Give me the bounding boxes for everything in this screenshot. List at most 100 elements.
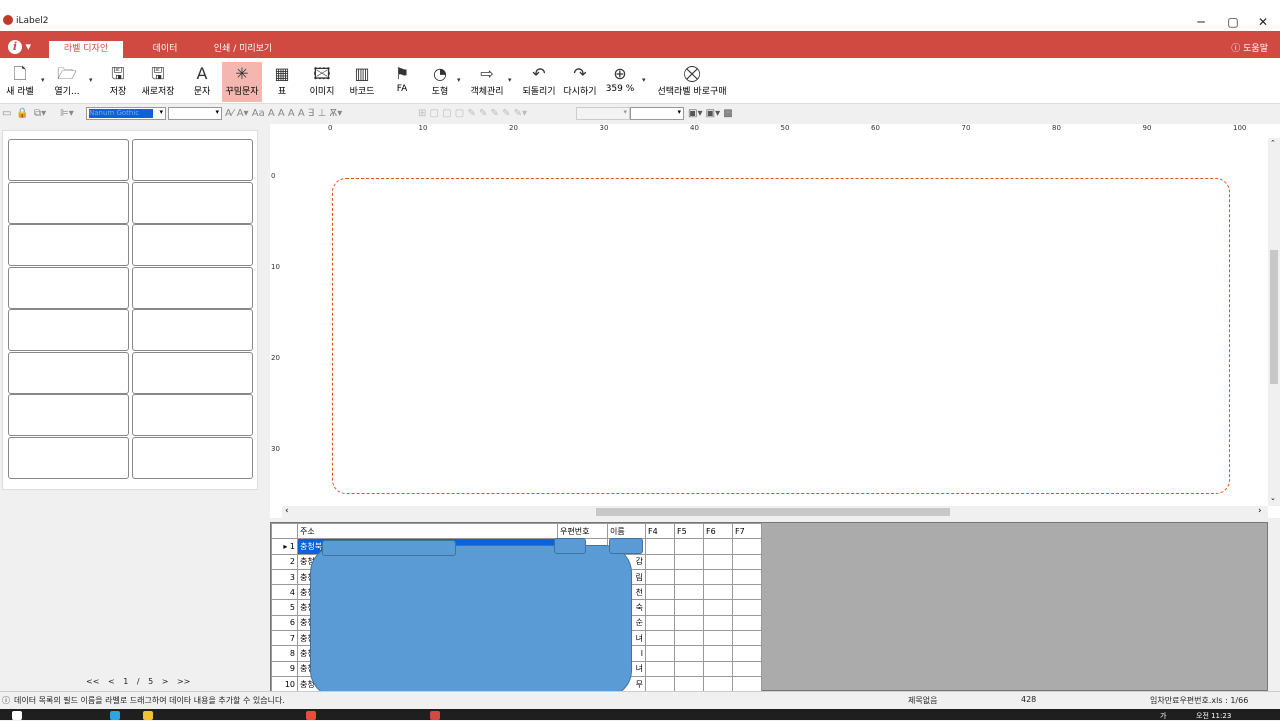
line-width-select[interactable]: ▾: [576, 107, 630, 120]
f5-cell[interactable]: [674, 568, 704, 586]
undo-button[interactable]: ↶ 되돌리기: [520, 62, 558, 102]
f6-cell[interactable]: [703, 568, 733, 586]
row-number[interactable]: 3: [271, 568, 298, 586]
f7-cell[interactable]: [732, 614, 762, 632]
row-number[interactable]: 10: [271, 675, 298, 693]
f6-cell[interactable]: [703, 645, 733, 662]
f5-cell[interactable]: [674, 660, 704, 677]
label-sheet-cell[interactable]: [132, 394, 253, 436]
line-style-select[interactable]: ▾: [630, 107, 684, 120]
f6-cell[interactable]: [703, 614, 733, 632]
ilabel-taskbar-icon[interactable]: [306, 711, 316, 720]
column-header[interactable]: 주소: [297, 522, 558, 540]
zoom-button[interactable]: ⊕ 359 %: [603, 62, 637, 102]
f7-cell[interactable]: [732, 568, 762, 586]
label-sheet-cell[interactable]: [8, 181, 129, 224]
f5-cell[interactable]: [674, 645, 704, 662]
f6-cell[interactable]: [703, 630, 733, 647]
align-icon[interactable]: ⊫▾: [60, 107, 74, 121]
scroll-up-icon[interactable]: ⌃: [1270, 139, 1276, 147]
font-size-select[interactable]: ▾: [168, 107, 222, 120]
row-number[interactable]: 6: [271, 614, 298, 632]
label-sheet-cell[interactable]: [8, 266, 129, 309]
open-dropdown[interactable]: ▾: [89, 76, 93, 84]
label-sheet-cell[interactable]: [132, 266, 253, 309]
grid-vertical-scrollbar[interactable]: [1268, 522, 1280, 691]
label-outline[interactable]: [332, 178, 1230, 494]
browser-icon[interactable]: [110, 711, 120, 720]
f7-cell[interactable]: [732, 599, 762, 616]
explorer-icon[interactable]: [143, 711, 153, 720]
f4-cell[interactable]: [645, 553, 675, 570]
label-sheet-cell[interactable]: [8, 394, 129, 436]
label-sheet-cell[interactable]: [8, 139, 129, 181]
buy-label-button[interactable]: ⛒ 선택라벨 바로구매: [656, 62, 728, 102]
first-page-button[interactable]: <<: [86, 677, 99, 686]
tab-print-preview[interactable]: 인쇄 / 미리보기: [205, 41, 281, 58]
prev-page-button[interactable]: <: [108, 677, 115, 686]
f6-cell[interactable]: [703, 553, 733, 570]
canvas-vertical-scroll-thumb[interactable]: [1270, 250, 1278, 384]
f6-cell[interactable]: [703, 660, 733, 677]
font-select[interactable]: Nanum Gothic ▾: [86, 107, 166, 120]
f7-cell[interactable]: [732, 538, 762, 555]
f4-cell[interactable]: [645, 630, 675, 647]
row-number[interactable]: 9: [271, 660, 298, 677]
column-header[interactable]: 이름: [607, 522, 646, 540]
fa-button[interactable]: ⚑ FA: [387, 62, 417, 102]
row-number[interactable]: 4: [271, 584, 298, 601]
f6-cell[interactable]: [703, 675, 733, 693]
row-number[interactable]: 2: [271, 553, 298, 570]
text-format-tools[interactable]: A⁄ A▾ Aa A A A A ∃ ⊥ Ѫ▾: [225, 107, 415, 121]
new-label-dropdown[interactable]: ▾: [41, 76, 45, 84]
f7-cell[interactable]: [732, 675, 762, 693]
column-header[interactable]: F5: [674, 522, 704, 540]
column-header[interactable]: F6: [703, 522, 733, 540]
object-manage-dropdown[interactable]: ▾: [508, 76, 512, 84]
f7-cell[interactable]: [732, 660, 762, 677]
barcode-button[interactable]: ▥ 바코드: [345, 62, 379, 102]
text-button[interactable]: A 문자: [186, 62, 218, 102]
f7-cell[interactable]: [732, 645, 762, 662]
zoom-dropdown[interactable]: ▾: [642, 76, 646, 84]
f4-cell[interactable]: [645, 645, 675, 662]
label-sheet-cell[interactable]: [8, 309, 129, 351]
redo-button[interactable]: ↷ 다시하기: [561, 62, 599, 102]
minimize-button[interactable]: ─: [1186, 12, 1216, 32]
row-number[interactable]: 7: [271, 630, 298, 647]
row-number[interactable]: ▸ 1: [271, 538, 298, 555]
open-button[interactable]: 🗁 열기...: [52, 62, 82, 102]
f5-cell[interactable]: [674, 630, 704, 647]
f4-cell[interactable]: [645, 568, 675, 586]
new-label-button[interactable]: 🗋 새 라벨: [4, 62, 36, 102]
f4-cell[interactable]: [645, 584, 675, 601]
label-sheet-cell[interactable]: [8, 224, 129, 266]
f4-cell[interactable]: [645, 675, 675, 693]
object-format-tools[interactable]: ⊞ ▢ ▢ ▢ ✎ ✎ ✎ ✎ ✎▾: [418, 107, 570, 121]
f6-cell[interactable]: [703, 584, 733, 601]
help-button[interactable]: ⓘ 도움말: [1231, 41, 1268, 54]
styled-text-button[interactable]: ✳ 꾸밈문자: [222, 62, 262, 102]
label-sheet-cell[interactable]: [8, 436, 129, 479]
f6-cell[interactable]: [703, 538, 733, 555]
frame-icon[interactable]: ▭: [2, 107, 11, 121]
table-button[interactable]: ▦ 표: [266, 62, 298, 102]
f5-cell[interactable]: [674, 675, 704, 693]
save-as-button[interactable]: 🖫 새로저장: [139, 62, 177, 102]
scroll-right-icon[interactable]: ›: [1258, 506, 1262, 516]
f4-cell[interactable]: [645, 599, 675, 616]
f7-cell[interactable]: [732, 584, 762, 601]
f4-cell[interactable]: [645, 614, 675, 632]
row-number[interactable]: 8: [271, 645, 298, 662]
tab-data[interactable]: 데이터: [140, 41, 190, 58]
f7-cell[interactable]: [732, 630, 762, 647]
label-sheet-cell[interactable]: [132, 139, 253, 181]
ilabel-active-taskbar-icon[interactable]: [430, 711, 440, 720]
f4-cell[interactable]: [645, 660, 675, 677]
tab-label-design[interactable]: 라벨 디자인: [49, 41, 123, 58]
shape-dropdown[interactable]: ▾: [457, 76, 461, 84]
column-header[interactable]: F4: [645, 522, 675, 540]
f6-cell[interactable]: [703, 599, 733, 616]
f5-cell[interactable]: [674, 584, 704, 601]
label-sheet-cell[interactable]: [132, 224, 253, 266]
